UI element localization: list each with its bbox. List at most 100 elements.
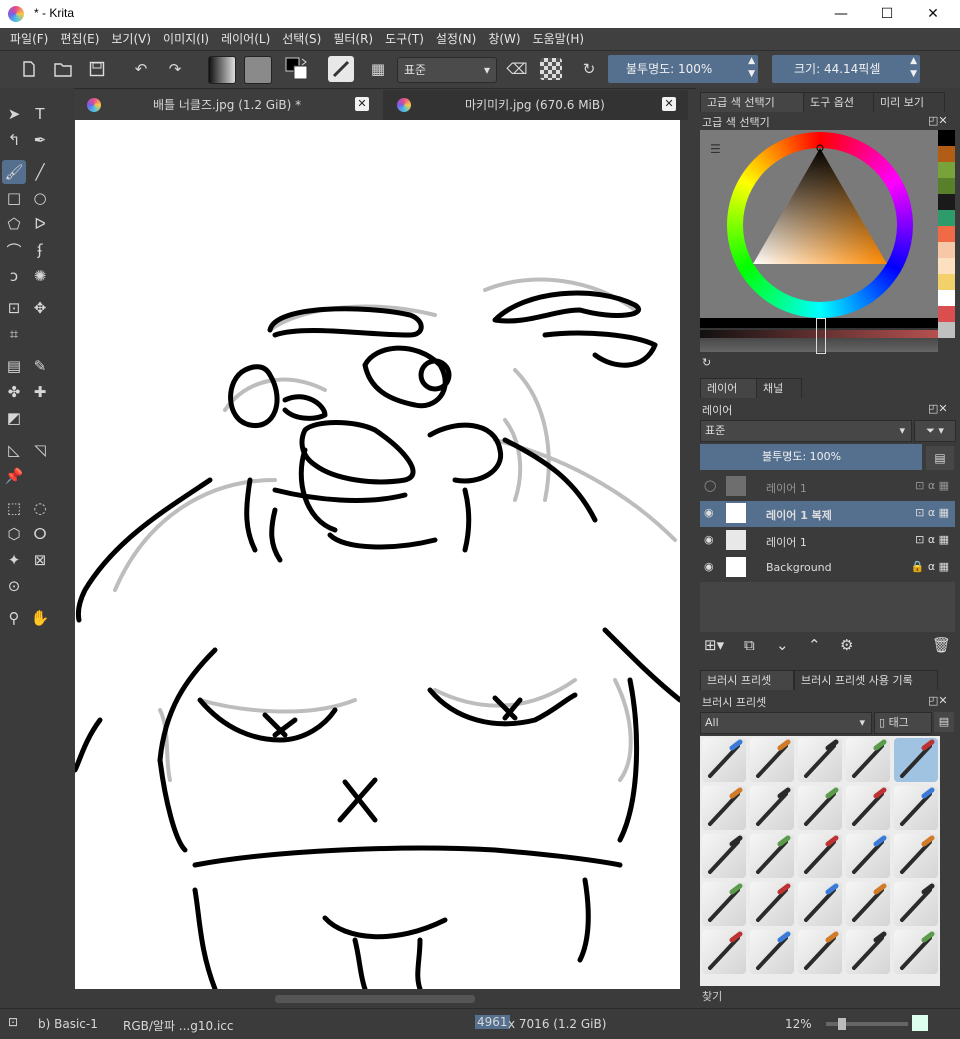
polygon-tool-icon[interactable]: ⬠ <box>2 212 26 236</box>
brush-size-slider[interactable]: 크기: 44.14픽셀 ▲ ▼ <box>772 55 920 83</box>
transform-tool-icon[interactable]: ⊡ <box>2 296 26 320</box>
brush-preset-item[interactable] <box>750 930 794 974</box>
float-close-icons[interactable]: ◰✕ <box>928 402 948 415</box>
brush-tag-filter-select[interactable]: All ▾ <box>700 712 872 734</box>
line-tool-icon[interactable]: ╱ <box>28 160 52 184</box>
contiguous-selection-icon[interactable]: ✦ <box>2 548 26 572</box>
smart-patch-icon[interactable]: ✚ <box>28 380 52 404</box>
lock-alpha-icons[interactable]: 🔒 α ▦ <box>911 560 949 573</box>
freehand-brush-icon[interactable]: 🖌 <box>2 160 26 184</box>
bezier-selection-icon[interactable]: ⊙ <box>2 574 26 598</box>
layer-properties-icon[interactable]: ▤ <box>926 446 954 470</box>
freehand-selection-icon[interactable]: ⵔ <box>28 522 52 546</box>
horizontal-scrollbar[interactable] <box>75 991 680 1007</box>
brush-preset-item[interactable] <box>702 834 746 878</box>
tab-document-1[interactable]: 배틀 너클즈.jpg (1.2 GiB) * ✕ <box>75 90 383 120</box>
brush-preset-item[interactable] <box>798 882 842 926</box>
brush-preset-item[interactable] <box>798 834 842 878</box>
swatch[interactable] <box>938 258 955 274</box>
maximize-button[interactable]: ☐ <box>864 0 910 28</box>
foreground-background-color-icon[interactable] <box>284 56 310 82</box>
brush-preset-item[interactable] <box>894 834 938 878</box>
crop-tool-icon[interactable]: ⌗ <box>2 322 26 346</box>
layer-settings-icon[interactable]: ⚙ <box>840 636 853 654</box>
menu-window[interactable]: 창(W) <box>482 28 526 50</box>
tab-advanced-color-selector[interactable]: 고급 색 선택기 <box>700 92 804 112</box>
rect-selection-icon[interactable]: ⬚ <box>2 496 26 520</box>
canvas-rotation-icon[interactable] <box>912 1015 928 1031</box>
delete-layer-icon[interactable]: 🗑 <box>932 636 951 654</box>
move-tool-icon[interactable]: ✥ <box>28 296 52 320</box>
lock-alpha-icons[interactable]: ⊡ α ▦ <box>915 479 949 492</box>
tab-channels[interactable]: 채널 <box>756 378 802 398</box>
eraser-icon[interactable]: ⌫ <box>504 56 530 82</box>
swatch[interactable] <box>938 322 955 338</box>
swatch[interactable] <box>938 242 955 258</box>
fill-tool-icon[interactable]: ◩ <box>2 406 26 430</box>
text-tool-icon[interactable]: T <box>28 102 52 126</box>
opacity-slider[interactable]: 불투명도: 100% ▲ ▼ <box>608 55 758 83</box>
assistant-tool-icon[interactable]: ◺ <box>2 438 26 462</box>
swatch[interactable] <box>938 210 955 226</box>
pattern-selector-icon[interactable] <box>244 56 272 84</box>
brush-preset-item[interactable] <box>702 786 746 830</box>
refresh-color-icon[interactable]: ↻ <box>702 356 711 369</box>
edit-shapes-icon[interactable]: ↰ <box>2 128 26 152</box>
float-close-icons[interactable]: ◰✕ <box>928 114 948 127</box>
polyline-tool-icon[interactable]: ᐅ <box>28 212 52 236</box>
open-document-icon[interactable] <box>50 56 76 82</box>
save-document-icon[interactable] <box>84 56 110 82</box>
gradient-selector-icon[interactable] <box>208 56 236 84</box>
brush-grid-scrollbar[interactable] <box>941 736 955 986</box>
swatch[interactable] <box>938 274 955 290</box>
vertical-scrollbar[interactable] <box>680 120 690 989</box>
tag-button[interactable]: ▯ 태그 <box>874 712 932 734</box>
brush-info-icon[interactable]: ⊡ <box>8 1015 18 1029</box>
swatch[interactable] <box>938 290 955 306</box>
brush-preset-item[interactable] <box>798 930 842 974</box>
tab-overview[interactable]: 미리 보기 <box>873 92 945 112</box>
freehand-path-icon[interactable]: ʄ <box>28 238 52 262</box>
saturation-value-triangle[interactable] <box>727 132 913 318</box>
menu-view[interactable]: 보기(V) <box>105 28 157 50</box>
reload-preset-icon[interactable]: ↻ <box>576 56 602 82</box>
add-layer-icon[interactable]: ⊞▾ <box>704 636 724 654</box>
gradient-tool-icon[interactable]: ▤ <box>2 354 26 378</box>
brush-preset-item[interactable] <box>750 882 794 926</box>
eye-open-icon[interactable]: ◉ <box>704 506 714 519</box>
layer-blend-mode-select[interactable]: 표준 ▾ <box>700 420 912 442</box>
color-bars[interactable] <box>700 318 938 354</box>
brush-preset-item[interactable] <box>894 930 938 974</box>
menu-filter[interactable]: 필터(R) <box>327 28 379 50</box>
layer-filter-icon[interactable]: ⏷ ▾ <box>914 420 956 442</box>
dynamic-brush-icon[interactable]: ↄ <box>2 264 26 288</box>
brush-preset-item[interactable] <box>750 834 794 878</box>
swatch[interactable] <box>938 146 955 162</box>
redo-icon[interactable]: ↷ <box>162 56 188 82</box>
tab-brush-history[interactable]: 브러시 프리셋 사용 기록 <box>794 670 938 690</box>
brush-search-input[interactable]: 찾기 <box>702 988 952 1004</box>
brush-preset-item[interactable] <box>894 786 938 830</box>
close-window-button[interactable]: ✕ <box>910 0 956 28</box>
bezier-tool-icon[interactable]: ⌒ <box>2 238 26 262</box>
color-selector-menu-icon[interactable]: ☰ <box>710 142 721 156</box>
new-document-icon[interactable] <box>16 56 42 82</box>
menu-settings[interactable]: 설정(N) <box>430 28 482 50</box>
similar-selection-icon[interactable]: ⊠ <box>28 548 52 572</box>
rectangle-tool-icon[interactable]: □ <box>2 186 26 210</box>
layer-opacity-slider[interactable]: 불투명도: 100% <box>700 444 922 470</box>
zoom-slider[interactable] <box>826 1018 908 1030</box>
select-shapes-icon[interactable]: ➤ <box>2 102 26 126</box>
swatch[interactable] <box>938 194 955 210</box>
swatch[interactable] <box>938 306 955 322</box>
color-picker-icon[interactable]: ✎ <box>28 354 52 378</box>
brush-preset-item[interactable] <box>702 882 746 926</box>
undo-icon[interactable]: ↶ <box>128 56 154 82</box>
measure-tool-icon[interactable]: ◹ <box>28 438 52 462</box>
brush-preset-item[interactable] <box>846 930 890 974</box>
menu-file[interactable]: 파일(F) <box>4 28 54 50</box>
brush-preset-item[interactable] <box>750 738 794 782</box>
brush-preset-item[interactable] <box>846 882 890 926</box>
brush-preset-item[interactable] <box>702 738 746 782</box>
reference-images-icon[interactable]: 📌 <box>2 464 26 488</box>
